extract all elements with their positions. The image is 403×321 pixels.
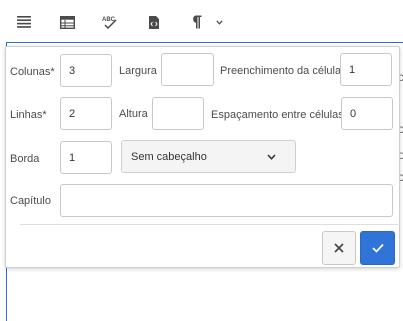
editor-top-border bbox=[6, 42, 403, 43]
width-label: Largura bbox=[119, 65, 157, 77]
close-icon bbox=[334, 243, 344, 253]
chevron-down-icon bbox=[267, 153, 276, 160]
cell-spacing-input[interactable]: 0 bbox=[341, 97, 393, 130]
table-icon bbox=[59, 15, 75, 29]
columns-label: Colunas* bbox=[10, 66, 55, 78]
rich-text-toolbar: ABC bbox=[0, 0, 403, 44]
cell-padding-input[interactable]: 1 bbox=[340, 53, 392, 86]
rows-label: Linhas* bbox=[10, 109, 47, 121]
header-select[interactable]: Sem cabeçalho bbox=[121, 140, 296, 173]
columns-input[interactable]: 3 bbox=[60, 54, 112, 87]
paragraph-dropdown-button[interactable] bbox=[210, 10, 228, 34]
dialog-divider bbox=[20, 224, 398, 225]
chevron-down-icon bbox=[215, 19, 223, 25]
align-justify-icon bbox=[17, 16, 31, 28]
cancel-button[interactable] bbox=[322, 231, 356, 265]
checkmark-icon bbox=[371, 243, 384, 253]
spellcheck-button[interactable]: ABC bbox=[97, 10, 123, 34]
source-code-icon bbox=[149, 15, 159, 29]
paragraph-icon bbox=[192, 15, 201, 29]
confirm-button[interactable] bbox=[360, 231, 395, 265]
cell-spacing-label: Espaçamento entre células bbox=[211, 109, 344, 121]
height-input[interactable] bbox=[152, 97, 204, 130]
align-justify-button[interactable] bbox=[11, 10, 37, 34]
rows-input[interactable]: 2 bbox=[60, 97, 112, 130]
table-properties-dialog: Colunas* 3 Largura Preenchimento da célu… bbox=[5, 46, 400, 268]
paragraph-button[interactable] bbox=[183, 10, 209, 34]
caption-input[interactable] bbox=[60, 184, 393, 217]
border-label: Borda bbox=[10, 153, 40, 165]
header-select-value: Sem cabeçalho bbox=[131, 150, 207, 163]
width-input[interactable] bbox=[161, 53, 214, 86]
spellcheck-icon: ABC bbox=[102, 17, 117, 29]
border-input[interactable]: 1 bbox=[60, 141, 112, 174]
table-button[interactable] bbox=[54, 10, 80, 34]
caption-label: Capítulo bbox=[10, 195, 51, 207]
height-label: Altura bbox=[119, 108, 148, 120]
cell-padding-label: Preenchimento da célula bbox=[220, 65, 342, 77]
source-code-button[interactable] bbox=[141, 10, 167, 34]
